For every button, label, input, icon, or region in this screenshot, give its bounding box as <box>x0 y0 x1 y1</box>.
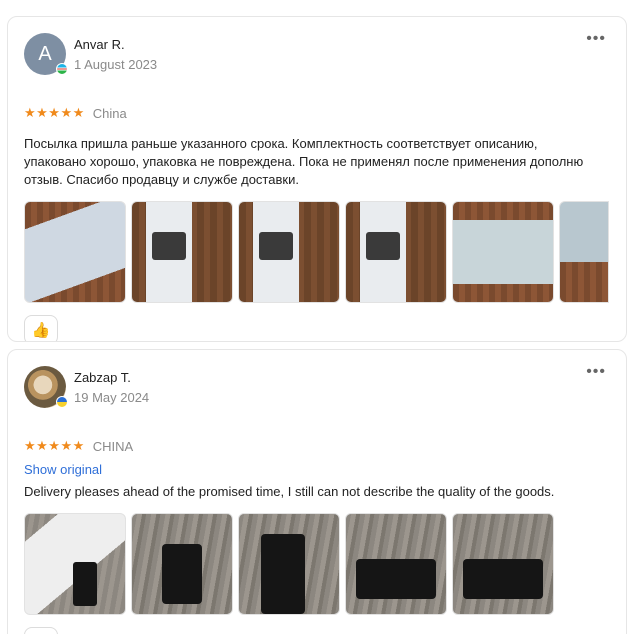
review-photo[interactable] <box>345 513 447 615</box>
review-photo[interactable] <box>238 513 340 615</box>
review-date: 19 May 2024 <box>74 390 150 405</box>
review-photo[interactable] <box>24 513 126 615</box>
rating-row: ★★★★★ CHINA <box>24 436 610 456</box>
review-photo[interactable] <box>345 201 447 303</box>
review-date: 1 August 2023 <box>74 57 158 72</box>
review-card: A Anvar R. 1 August 2023 ••• ★★★★★ China… <box>7 16 627 342</box>
review-photo[interactable] <box>452 201 554 303</box>
review-header: A Anvar R. 1 August 2023 ••• <box>24 31 610 83</box>
star-rating: ★★★★★ <box>24 105 85 120</box>
author-name: Anvar R. <box>74 37 125 52</box>
shipped-from: China <box>92 105 127 121</box>
thumbs-up-icon: 👍 <box>31 322 51 339</box>
review-photo[interactable] <box>24 201 126 303</box>
helpful-button[interactable]: 👍 <box>24 627 58 634</box>
uzbekistan-flag-icon <box>56 63 68 75</box>
more-options-icon[interactable]: ••• <box>586 364 606 380</box>
avatar-letter: A <box>38 42 52 65</box>
star-rating: ★★★★★ <box>24 438 85 453</box>
show-original-link[interactable]: Show original <box>24 462 610 477</box>
author-name: Zabzap T. <box>74 370 131 385</box>
review-text: Посылка пришла раньше указанного срока. … <box>24 136 584 187</box>
ukraine-flag-icon <box>56 396 68 408</box>
review-photo[interactable] <box>131 513 233 615</box>
more-options-icon[interactable]: ••• <box>586 31 606 47</box>
review-photos <box>24 513 610 615</box>
review-photo[interactable] <box>238 201 340 303</box>
review-photo[interactable] <box>452 513 554 615</box>
helpful-button[interactable]: 👍 <box>24 315 58 341</box>
review-photo[interactable] <box>131 201 233 303</box>
review-text: Delivery pleases ahead of the promised t… <box>24 484 555 499</box>
rating-row: ★★★★★ China <box>24 103 610 123</box>
review-photos <box>24 201 610 303</box>
review-card: Zabzap T. 19 May 2024 ••• ★★★★★ CHINA Sh… <box>7 349 627 634</box>
review-photo[interactable] <box>559 201 609 303</box>
shipped-from: CHINA <box>92 438 134 454</box>
review-header: Zabzap T. 19 May 2024 ••• <box>24 364 610 416</box>
